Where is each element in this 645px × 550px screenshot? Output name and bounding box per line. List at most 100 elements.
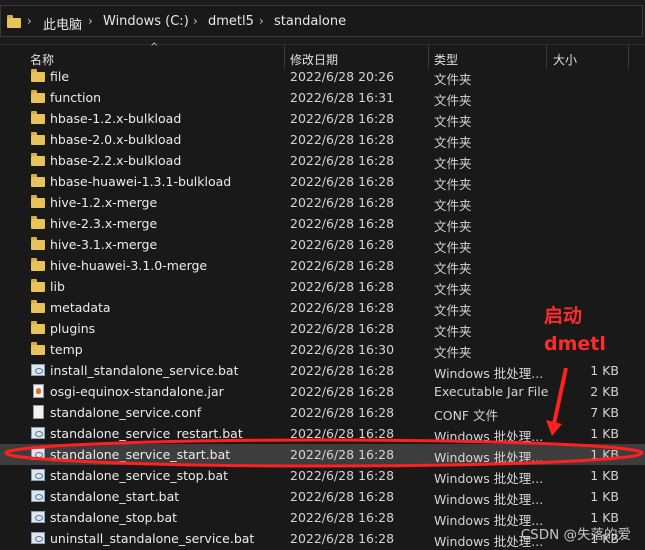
table-row[interactable]: function 2022/6/28 16:31 文件夹 xyxy=(0,87,645,108)
file-name: plugins xyxy=(50,321,96,336)
file-date: 2022/6/28 16:28 xyxy=(290,153,395,168)
file-date: 2022/6/28 16:28 xyxy=(290,426,395,441)
file-name: standalone_service.conf xyxy=(50,405,202,420)
file-date: 2022/6/28 16:28 xyxy=(290,111,395,126)
file-name: hive-2.3.x-merge xyxy=(50,216,158,231)
file-date: 2022/6/28 16:28 xyxy=(290,195,395,210)
annotation-text-dmetl: dmetl xyxy=(544,333,606,355)
folder-icon xyxy=(31,90,45,103)
batch-file-icon xyxy=(31,469,45,481)
file-type: Windows 批处理... xyxy=(434,366,544,381)
file-type: 文件夹 xyxy=(434,261,472,276)
file-icon xyxy=(33,405,44,419)
file-date: 2022/6/28 16:28 xyxy=(290,237,395,252)
folder-icon xyxy=(31,279,45,292)
file-date: 2022/6/28 16:28 xyxy=(290,531,395,546)
file-date: 2022/6/28 16:28 xyxy=(290,174,395,189)
breadcrumb-drive[interactable]: Windows (C:) xyxy=(103,14,189,29)
batch-file-icon xyxy=(31,427,45,439)
table-row[interactable]: hive-3.1.x-merge 2022/6/28 16:28 文件夹 xyxy=(0,234,645,255)
folder-icon xyxy=(31,111,45,124)
table-row[interactable]: hive-huawei-3.1.0-merge 2022/6/28 16:28 文件… xyxy=(0,255,645,276)
file-type: Windows 批处理... xyxy=(434,492,544,507)
breadcrumb-dmetl5[interactable]: dmetl5 xyxy=(208,14,254,29)
file-name: hive-1.2.x-merge xyxy=(50,195,158,210)
file-date: 2022/6/28 16:30 xyxy=(290,342,395,357)
file-name: hive-3.1.x-merge xyxy=(50,237,158,252)
breadcrumb-this-pc[interactable]: 此电脑 xyxy=(43,14,82,33)
table-row[interactable]: osgi-equinox-standalone.jar 2022/6/28 16:… xyxy=(0,381,645,402)
file-name: standalone_start.bat xyxy=(50,489,180,504)
chevron-right-icon[interactable]: › xyxy=(27,14,32,28)
table-row[interactable]: install_standalone_service.bat 2022/6/28 … xyxy=(0,360,645,381)
file-date: 2022/6/28 16:28 xyxy=(290,300,395,315)
table-row[interactable]: standalone_service_restart.bat 2022/6/28 … xyxy=(0,423,645,444)
file-size: 1 KB xyxy=(590,426,619,441)
table-row[interactable]: hbase-2.0.x-bulkload 2022/6/28 16:28 文件夹 xyxy=(0,129,645,150)
file-size: 1 KB xyxy=(590,468,619,483)
folder-icon xyxy=(31,342,45,355)
breadcrumb-standalone[interactable]: standalone xyxy=(274,14,346,29)
table-row[interactable]: hbase-2.2.x-bulkload 2022/6/28 16:28 文件夹 xyxy=(0,150,645,171)
file-type: Executable Jar File xyxy=(434,384,549,399)
file-name: standalone_service_stop.bat xyxy=(50,468,229,483)
file-type: 文件夹 xyxy=(434,198,472,213)
file-date: 2022/6/28 16:31 xyxy=(290,90,395,105)
folder-icon xyxy=(31,216,45,229)
file-date: 2022/6/28 16:28 xyxy=(290,384,395,399)
table-row[interactable]: hive-1.2.x-merge 2022/6/28 16:28 文件夹 xyxy=(0,192,645,213)
watermark: CSDN @失落的爱 xyxy=(520,527,631,543)
file-type: 文件夹 xyxy=(434,324,472,339)
file-type: Windows 批处理... xyxy=(434,471,544,486)
file-name: standalone_service_start.bat xyxy=(50,447,231,462)
file-type: 文件夹 xyxy=(434,135,472,150)
file-date: 2022/6/28 16:28 xyxy=(290,132,395,147)
file-name: osgi-equinox-standalone.jar xyxy=(50,384,224,399)
folder-icon xyxy=(31,132,45,145)
file-name: standalone_service_restart.bat xyxy=(50,426,243,441)
chevron-right-icon[interactable]: › xyxy=(88,14,93,28)
table-row[interactable]: standalone_start.bat 2022/6/28 16:28 Windo… xyxy=(0,486,645,507)
folder-icon xyxy=(31,321,45,334)
table-row[interactable]: lib 2022/6/28 16:28 文件夹 xyxy=(0,276,645,297)
table-row[interactable]: standalone_service_stop.bat 2022/6/28 16:… xyxy=(0,465,645,486)
file-date: 2022/6/28 16:28 xyxy=(290,447,395,462)
table-row[interactable]: file 2022/6/28 20:26 文件夹 xyxy=(0,66,645,87)
file-name: hbase-1.2.x-bulkload xyxy=(50,111,182,126)
table-row[interactable]: standalone_service_start.bat 2022/6/28 16… xyxy=(0,444,645,465)
file-name: function xyxy=(50,90,102,105)
file-date: 2022/6/28 20:26 xyxy=(290,69,395,84)
folder-icon xyxy=(31,195,45,208)
folder-icon xyxy=(31,237,45,250)
file-date: 2022/6/28 16:28 xyxy=(290,510,395,525)
file-date: 2022/6/28 16:28 xyxy=(290,468,395,483)
file-type: CONF 文件 xyxy=(434,408,499,423)
file-name: metadata xyxy=(50,300,111,315)
file-type: 文件夹 xyxy=(434,345,472,360)
file-type: 文件夹 xyxy=(434,219,472,234)
table-row[interactable]: hive-2.3.x-merge 2022/6/28 16:28 文件夹 xyxy=(0,213,645,234)
file-type: 文件夹 xyxy=(434,93,472,108)
file-size: 2 KB xyxy=(590,384,619,399)
address-bar[interactable]: › 此电脑 › Windows (C:) › dmetl5 › standalo… xyxy=(0,5,643,37)
file-name: standalone_stop.bat xyxy=(50,510,178,525)
file-size: 1 KB xyxy=(590,447,619,462)
file-date: 2022/6/28 16:28 xyxy=(290,321,395,336)
folder-icon xyxy=(31,300,45,313)
folder-icon xyxy=(7,15,21,28)
file-date: 2022/6/28 16:28 xyxy=(290,405,395,420)
table-row[interactable]: hbase-huawei-1.3.1-bulkload 2022/6/28 16:… xyxy=(0,171,645,192)
table-row[interactable]: hbase-1.2.x-bulkload 2022/6/28 16:28 文件夹 xyxy=(0,108,645,129)
chevron-right-icon[interactable]: › xyxy=(259,14,264,28)
folder-icon xyxy=(31,258,45,271)
file-size: 1 KB xyxy=(590,489,619,504)
file-name: lib xyxy=(50,279,65,294)
file-type: Windows 批处理... xyxy=(434,450,544,465)
file-name: file xyxy=(50,69,70,84)
table-row[interactable]: standalone_service.conf 2022/6/28 16:28 CO… xyxy=(0,402,645,423)
batch-file-icon xyxy=(31,448,45,460)
chevron-right-icon[interactable]: › xyxy=(193,14,198,28)
file-name: hbase-2.0.x-bulkload xyxy=(50,132,182,147)
batch-file-icon xyxy=(31,364,45,376)
file-size: 1 KB xyxy=(590,363,619,378)
